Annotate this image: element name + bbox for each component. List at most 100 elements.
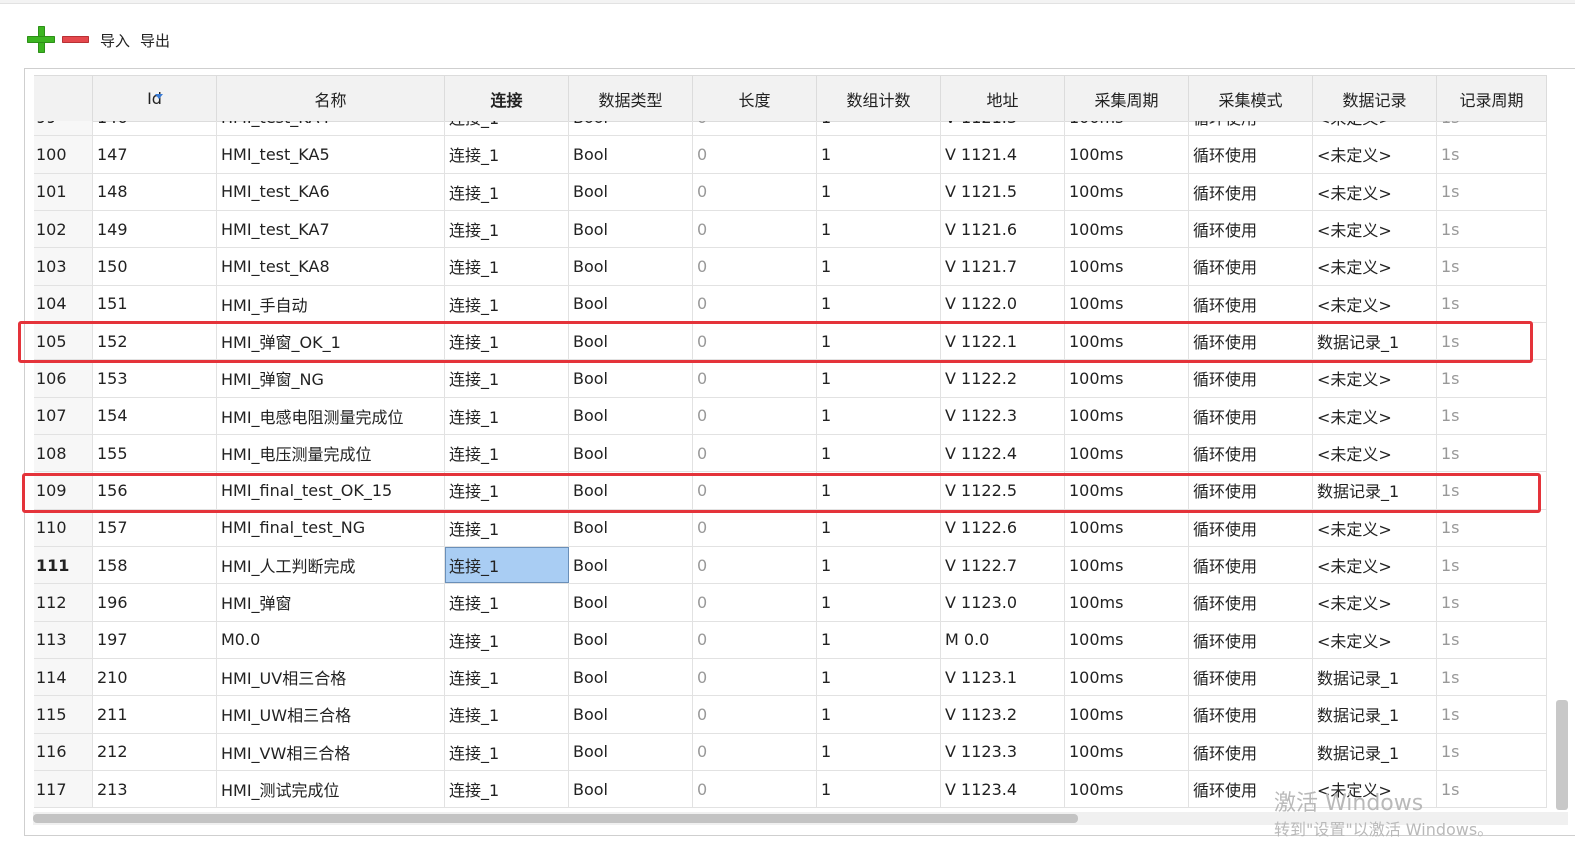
cell-name[interactable]: HMI_弹窗_NG <box>217 360 445 397</box>
cell-data-type[interactable]: Bool <box>569 658 693 696</box>
cell-acquisition-mode[interactable]: 循环使用 <box>1189 136 1313 173</box>
plus-icon[interactable] <box>26 25 56 55</box>
cell-data-log[interactable]: <未定义> <box>1313 509 1437 546</box>
cell-log-cycle[interactable]: 1s <box>1437 173 1547 210</box>
column-header-acquisition-mode[interactable]: 采集模式 <box>1189 76 1313 121</box>
cell-acquisition-mode[interactable]: 循环使用 <box>1189 322 1313 360</box>
cell-row-number[interactable]: 107 <box>34 397 93 434</box>
column-header-data-log[interactable]: 数据记录 <box>1313 76 1437 121</box>
cell-acquisition-cycle[interactable]: 100ms <box>1065 434 1189 472</box>
export-button[interactable]: 导出 <box>140 30 170 51</box>
cell-data-type[interactable]: Bool <box>569 472 693 509</box>
cell-row-number[interactable]: 100 <box>34 136 93 173</box>
cell-address[interactable]: V 1122.1 <box>941 322 1065 360</box>
cell-data-type[interactable]: Bool <box>569 546 693 584</box>
cell-acquisition-cycle[interactable]: 100ms <box>1065 584 1189 621</box>
table-row[interactable]: 115 211 HMI_UW相三合格 连接_1 Bool 0 1 V 1123.2 100ms 循… <box>34 696 1547 734</box>
cell-row-number[interactable]: 99 <box>34 121 93 136</box>
cell-row-number[interactable]: 114 <box>34 658 93 696</box>
cell-row-number[interactable]: 108 <box>34 434 93 472</box>
cell-data-type[interactable]: Bool <box>569 173 693 210</box>
cell-data-log[interactable]: <未定义> <box>1313 121 1437 136</box>
cell-length[interactable]: 0 <box>693 360 817 397</box>
cell-row-number[interactable]: 110 <box>34 509 93 546</box>
table-row[interactable]: 109 156 HMI_final_test_OK_15 连接_1 Bool 0 1 V 11… <box>34 472 1547 510</box>
cell-data-log[interactable]: <未定义> <box>1313 770 1437 808</box>
cell-name[interactable]: HMI_test_KA7 <box>217 210 445 248</box>
cell-address[interactable]: V 1122.2 <box>941 360 1065 397</box>
import-button[interactable]: 导入 <box>100 30 130 51</box>
cell-row-number[interactable]: 106 <box>34 360 93 397</box>
cell-log-cycle[interactable]: 1s <box>1437 770 1547 808</box>
table-row[interactable]: 116 212 HMI_VW相三合格 连接_1 Bool 0 1 V 1123.3 100ms 循… <box>34 733 1547 771</box>
cell-data-log[interactable]: 数据记录_1 <box>1313 472 1437 509</box>
cell-row-number[interactable]: 101 <box>34 173 93 210</box>
column-header-connection[interactable]: 连接 <box>445 76 569 121</box>
cell-acquisition-mode[interactable]: 循环使用 <box>1189 472 1313 509</box>
cell-length[interactable]: 0 <box>693 173 817 210</box>
cell-acquisition-cycle[interactable]: 100ms <box>1065 733 1189 770</box>
cell-name[interactable]: HMI_测试完成位 <box>217 770 445 808</box>
cell-id[interactable]: 154 <box>93 397 217 434</box>
cell-row-number[interactable]: 109 <box>34 472 93 509</box>
cell-row-number[interactable]: 117 <box>34 770 93 808</box>
cell-acquisition-cycle[interactable]: 100ms <box>1065 285 1189 322</box>
cell-address[interactable]: V 1122.0 <box>941 285 1065 322</box>
cell-address[interactable]: M 0.0 <box>941 621 1065 658</box>
table-row[interactable]: 107 154 HMI_电感电阻测量完成位 连接_1 Bool 0 1 V 1122.3 100… <box>34 397 1547 435</box>
cell-acquisition-cycle[interactable]: 100ms <box>1065 360 1189 397</box>
cell-length[interactable]: 0 <box>693 136 817 173</box>
cell-connection[interactable]: 连接_1 <box>445 210 569 248</box>
cell-connection[interactable]: 连接_1 <box>445 173 569 210</box>
cell-connection[interactable]: 连接_1 <box>445 584 569 621</box>
cell-row-number[interactable]: 105 <box>34 322 93 360</box>
cell-array-count[interactable]: 1 <box>817 173 941 210</box>
cell-row-number[interactable]: 102 <box>34 210 93 248</box>
column-header-row-number[interactable] <box>34 76 93 121</box>
cell-log-cycle[interactable]: 1s <box>1437 621 1547 658</box>
cell-data-type[interactable]: Bool <box>569 322 693 360</box>
cell-length[interactable]: 0 <box>693 397 817 434</box>
cell-address[interactable]: V 1122.5 <box>941 472 1065 509</box>
cell-connection[interactable]: 连接_1 <box>445 621 569 658</box>
cell-log-cycle[interactable]: 1s <box>1437 397 1547 434</box>
cell-acquisition-mode[interactable]: 循环使用 <box>1189 285 1313 322</box>
cell-connection[interactable]: 连接_1 <box>445 546 569 584</box>
table-row[interactable]: 100 147 HMI_test_KA5 连接_1 Bool 0 1 V 1121.4 100m… <box>34 136 1547 174</box>
cell-data-log[interactable]: 数据记录_1 <box>1313 733 1437 770</box>
cell-array-count[interactable]: 1 <box>817 397 941 434</box>
table-row[interactable]: 108 155 HMI_电压测量完成位 连接_1 Bool 0 1 V 1122.4 100ms… <box>34 434 1547 473</box>
table-row[interactable]: 112 196 HMI_弹窗 连接_1 Bool 0 1 V 1123.0 100ms 循环使用 <… <box>34 584 1547 622</box>
cell-acquisition-cycle[interactable]: 100ms <box>1065 621 1189 658</box>
table-row[interactable]: 113 197 M0.0 连接_1 Bool 0 1 M 0.0 100ms 循环使用 <未定义> 1… <box>34 621 1547 659</box>
cell-row-number[interactable]: 112 <box>34 584 93 621</box>
horizontal-scrollbar-thumb[interactable] <box>33 814 1078 823</box>
cell-id[interactable]: 210 <box>93 658 217 696</box>
vertical-scrollbar-thumb[interactable] <box>1556 700 1568 810</box>
cell-id[interactable]: 197 <box>93 621 217 658</box>
cell-acquisition-mode[interactable]: 循环使用 <box>1189 509 1313 546</box>
cell-length[interactable]: 0 <box>693 621 817 658</box>
cell-acquisition-mode[interactable]: 循环使用 <box>1189 621 1313 658</box>
cell-row-number[interactable]: 111 <box>34 546 93 584</box>
cell-name[interactable]: HMI_VW相三合格 <box>217 733 445 770</box>
cell-log-cycle[interactable]: 1s <box>1437 322 1547 360</box>
cell-log-cycle[interactable]: 1s <box>1437 658 1547 696</box>
cell-log-cycle[interactable]: 1s <box>1437 546 1547 584</box>
column-header-data-type[interactable]: 数据类型 <box>569 76 693 121</box>
cell-id[interactable]: 150 <box>93 248 217 285</box>
cell-address[interactable]: V 1121.3 <box>941 121 1065 136</box>
table-row[interactable]: 111 158 HMI_人工判断完成 连接_1 Bool 0 1 V 1122.7 100ms 循… <box>34 546 1547 585</box>
cell-name[interactable]: M0.0 <box>217 621 445 658</box>
cell-array-count[interactable]: 1 <box>817 621 941 658</box>
cell-id[interactable]: 156 <box>93 472 217 509</box>
cell-connection[interactable]: 连接_1 <box>445 733 569 770</box>
cell-address[interactable]: V 1122.4 <box>941 434 1065 472</box>
column-header-length[interactable]: 长度 <box>693 76 817 121</box>
cell-connection[interactable]: 连接_1 <box>445 770 569 808</box>
cell-name[interactable]: HMI_final_test_NG <box>217 509 445 546</box>
cell-acquisition-cycle[interactable]: 100ms <box>1065 770 1189 808</box>
cell-acquisition-mode[interactable]: 循环使用 <box>1189 173 1313 210</box>
cell-name[interactable]: HMI_test_KA5 <box>217 136 445 173</box>
cell-address[interactable]: V 1121.7 <box>941 248 1065 285</box>
